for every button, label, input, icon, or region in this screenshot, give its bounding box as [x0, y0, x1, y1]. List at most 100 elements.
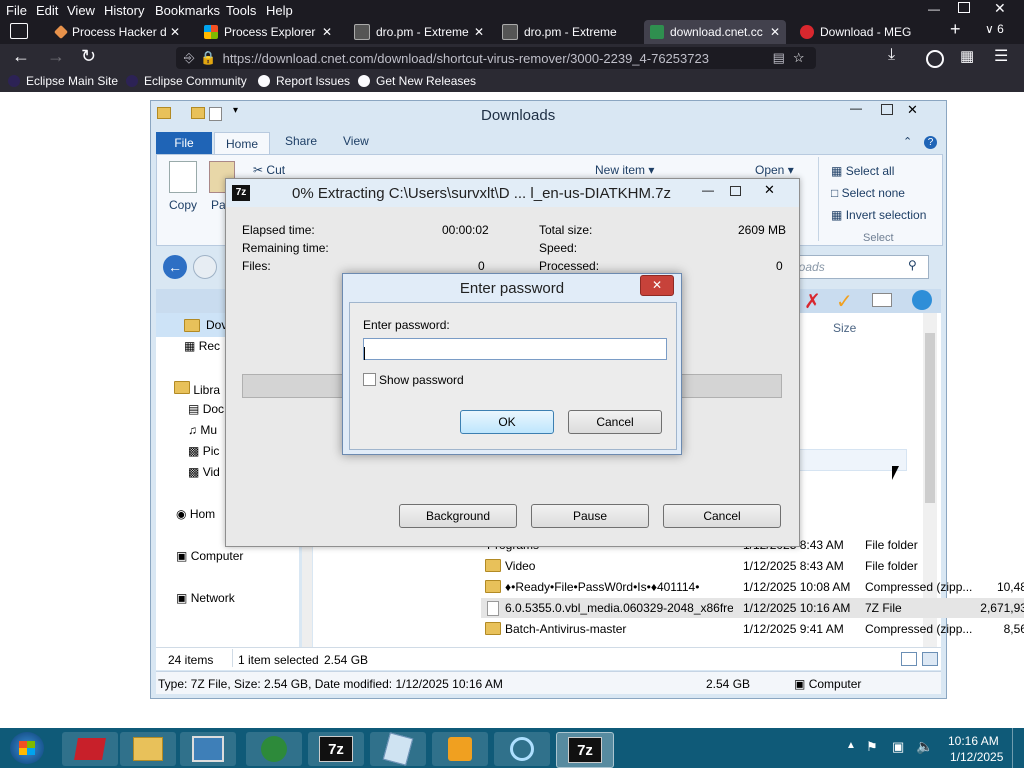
- check-icon[interactable]: ✓: [836, 289, 853, 314]
- nav-item-computer[interactable]: ▣ Computer: [176, 549, 243, 563]
- table-row-selected[interactable]: 6.0.5355.0.vbl_media.060329-2048_x86fre_…: [481, 598, 1024, 618]
- tab-dro-pm-2[interactable]: dro.pm - Extreme: [502, 20, 642, 44]
- volume-icon[interactable]: 🔈: [916, 738, 933, 755]
- select-none-button[interactable]: □ Select none: [831, 186, 905, 200]
- new-item-button[interactable]: New item ▾: [595, 163, 654, 177]
- menu-view[interactable]: View: [67, 3, 95, 18]
- taskbar-file-explorer[interactable]: [120, 732, 176, 766]
- clock-time[interactable]: 10:16 AM: [948, 734, 999, 748]
- details-view-icon[interactable]: [901, 652, 917, 666]
- nav-item-recent[interactable]: ▦ Rec: [184, 339, 220, 353]
- lock-icon[interactable]: 🔒: [200, 50, 216, 66]
- ribbon-tab-share[interactable]: Share: [285, 134, 317, 148]
- ok-button[interactable]: OK: [460, 410, 554, 434]
- tab-cnet-download[interactable]: download.cnet.cc ✕: [644, 20, 786, 44]
- show-password-checkbox[interactable]: [363, 373, 376, 386]
- clock-date[interactable]: 1/12/2025: [950, 750, 1003, 764]
- table-row[interactable]: ♦•Ready•File•PassW0rd•Is•♦401114• 1/12/2…: [481, 577, 1024, 597]
- size-column-header[interactable]: Size: [833, 321, 856, 335]
- taskbar-download-manager[interactable]: [246, 732, 302, 766]
- close-tab-icon[interactable]: ✕: [170, 25, 180, 39]
- nav-item-pictures[interactable]: ▩ Pic: [188, 444, 219, 458]
- taskbar-notepad[interactable]: [370, 732, 426, 766]
- network-tray-icon[interactable]: ▣: [892, 739, 904, 755]
- show-password-label[interactable]: Show password: [379, 373, 464, 387]
- menu-edit[interactable]: Edit: [36, 3, 58, 18]
- tab-mega[interactable]: Download - MEG: [800, 20, 940, 44]
- url-bar[interactable]: ⎆ 🔒 https://download.cnet.com/download/s…: [176, 47, 816, 69]
- minimize-icon[interactable]: —: [702, 183, 714, 197]
- tab-process-explorer[interactable]: Process Explorer ✕: [204, 20, 344, 44]
- bookmark-report-issues[interactable]: Report Issues: [258, 74, 350, 88]
- close-icon[interactable]: ✕: [764, 182, 775, 198]
- extensions-icon[interactable]: ▦: [960, 47, 974, 65]
- minimize-window-icon[interactable]: —: [928, 2, 940, 16]
- nav-item-music[interactable]: ♫ Mu: [188, 423, 217, 437]
- tab-process-hacker[interactable]: Process Hacker d ✕: [53, 20, 196, 44]
- nav-item-homegroup[interactable]: ◉ Hom: [176, 507, 215, 521]
- taskbar-7zip-active[interactable]: 7z: [556, 732, 614, 768]
- back-icon[interactable]: ←: [12, 46, 30, 67]
- menu-tools[interactable]: Tools: [226, 3, 256, 18]
- close-icon[interactable]: ✕: [907, 102, 918, 118]
- pause-button[interactable]: Pause: [531, 504, 649, 528]
- restore-window-icon[interactable]: [958, 2, 970, 13]
- bookmark-get-new-releases[interactable]: Get New Releases: [358, 74, 476, 88]
- search-box[interactable]: loads ⚲: [789, 255, 929, 279]
- select-all-button[interactable]: ▦ Select all: [831, 164, 894, 178]
- taskbar-store[interactable]: [432, 732, 488, 766]
- hamburger-menu-icon[interactable]: ☰: [994, 46, 1008, 66]
- show-desktop-button[interactable]: [1012, 728, 1023, 768]
- close-tab-icon[interactable]: ✕: [770, 25, 780, 39]
- taskbar-7zip-1[interactable]: 7z: [308, 732, 364, 766]
- nav-item-network[interactable]: ▣ Network: [176, 591, 235, 605]
- table-row[interactable]: Video 1/12/2025 8:43 AM File folder: [481, 556, 1024, 576]
- globe-icon[interactable]: [912, 290, 932, 310]
- background-button[interactable]: Background: [399, 504, 517, 528]
- show-hidden-icons[interactable]: ▲: [846, 740, 856, 751]
- reader-view-icon[interactable]: ▤: [773, 50, 785, 66]
- menu-history[interactable]: History: [104, 3, 144, 18]
- cut-button[interactable]: ✂ Cut: [253, 163, 285, 177]
- ribbon-tab-home[interactable]: Home: [214, 132, 270, 155]
- paste-label[interactable]: Pa: [211, 198, 226, 212]
- action-center-flag-icon[interactable]: ⚑: [866, 739, 878, 755]
- menu-help[interactable]: Help: [266, 3, 293, 18]
- bookmark-eclipse-main[interactable]: Eclipse Main Site: [8, 74, 118, 88]
- tab-overflow-button[interactable]: ∨ 6: [985, 22, 1004, 36]
- password-input[interactable]: [363, 338, 667, 360]
- scrollbar-thumb[interactable]: [925, 333, 935, 503]
- menu-bookmarks[interactable]: Bookmarks: [155, 3, 220, 18]
- bookmark-eclipse-community[interactable]: Eclipse Community: [126, 74, 247, 88]
- new-tab-icon[interactable]: +: [950, 19, 961, 40]
- cancel-extract-button[interactable]: Cancel: [663, 504, 781, 528]
- collapse-ribbon-icon[interactable]: ⌃: [903, 135, 912, 148]
- menu-file[interactable]: File: [6, 3, 27, 18]
- nav-item-libraries[interactable]: Libra: [174, 381, 220, 397]
- reload-icon[interactable]: ↻: [81, 46, 96, 67]
- taskbar-app-red-box[interactable]: [62, 732, 118, 766]
- invert-selection-button[interactable]: ▦ Invert selection: [831, 208, 926, 222]
- nav-item-videos[interactable]: ▩ Vid: [188, 465, 220, 479]
- dialog-close-button[interactable]: ✕: [640, 275, 674, 296]
- downloads-icon[interactable]: ⤓: [888, 46, 895, 64]
- minimize-icon[interactable]: —: [841, 101, 871, 119]
- properties-icon[interactable]: [872, 293, 892, 307]
- open-button[interactable]: Open ▾: [755, 163, 794, 177]
- ribbon-tab-file[interactable]: File: [156, 132, 212, 154]
- shield-icon[interactable]: ⎆: [184, 50, 194, 66]
- start-button[interactable]: [10, 732, 44, 764]
- close-tab-icon[interactable]: ✕: [322, 25, 332, 39]
- large-icons-view-icon[interactable]: [922, 652, 938, 666]
- delete-icon[interactable]: ✗: [804, 289, 821, 314]
- forward-nav-icon[interactable]: [193, 255, 217, 279]
- taskbar-search-app[interactable]: [494, 732, 550, 766]
- taskbar-remote-desktop[interactable]: [180, 732, 236, 766]
- ribbon-tab-view[interactable]: View: [343, 134, 369, 148]
- account-icon[interactable]: [926, 50, 944, 68]
- nav-item-documents[interactable]: ▤ Doc: [188, 402, 224, 416]
- copy-label[interactable]: Copy: [169, 198, 197, 212]
- back-nav-icon[interactable]: ←: [163, 255, 187, 279]
- copy-icon[interactable]: [169, 161, 197, 193]
- search-icon[interactable]: ⚲: [908, 258, 917, 272]
